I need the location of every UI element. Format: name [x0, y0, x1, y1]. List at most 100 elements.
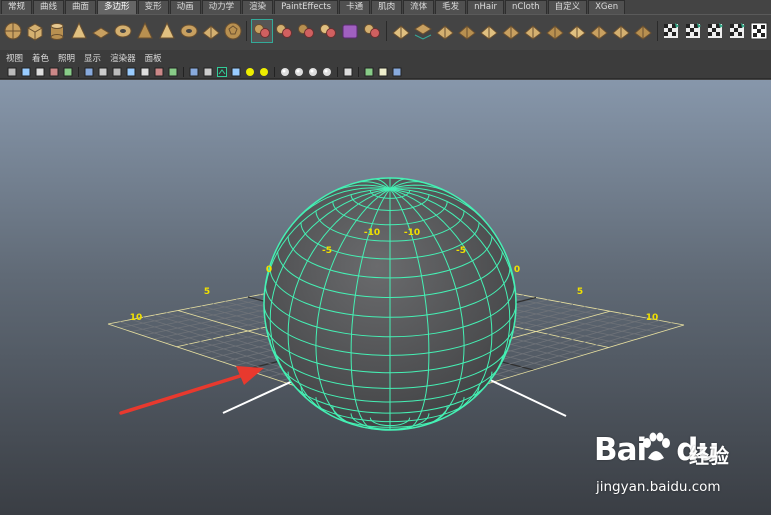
wireframe-on-shaded-icon[interactable] — [216, 66, 227, 77]
wireframe-icon[interactable] — [188, 67, 199, 77]
toolbar-separator — [356, 66, 360, 77]
bookmark-icon[interactable] — [20, 67, 31, 77]
planar-mapping-icon[interactable] — [661, 19, 682, 43]
depth-of-field-icon[interactable] — [321, 67, 332, 77]
poly-cone-icon[interactable] — [68, 19, 89, 43]
shelf-tab-6[interactable]: 动力学 — [201, 0, 242, 14]
textured-icon[interactable] — [230, 67, 241, 77]
screen-space-ao-icon[interactable] — [279, 67, 290, 77]
grease-pencil-icon[interactable] — [62, 67, 73, 77]
image-plane-icon[interactable] — [34, 67, 45, 77]
gate-mask-icon[interactable] — [125, 67, 136, 77]
shelf-tab-10[interactable]: 肌肉 — [371, 0, 403, 14]
shelf-tab-2[interactable]: 曲面 — [65, 0, 97, 14]
shelf-tab-11[interactable]: 流体 — [403, 0, 435, 14]
panel-menu-1[interactable]: 着色 — [32, 52, 49, 64]
multisample-aa-icon[interactable] — [307, 67, 318, 77]
smooth-icon[interactable] — [318, 19, 339, 43]
resolution-gate-icon[interactable] — [111, 67, 122, 77]
poly-cube-icon[interactable] — [24, 19, 45, 43]
arrow-head — [236, 366, 264, 385]
bridge-icon[interactable] — [412, 19, 433, 43]
panel-menu-2[interactable]: 照明 — [58, 52, 75, 64]
shelf-tab-4[interactable]: 变形 — [137, 0, 169, 14]
isolate-select-icon[interactable] — [342, 67, 353, 77]
split-polygon-icon[interactable] — [456, 19, 477, 43]
poly-pyramid-icon[interactable] — [156, 19, 177, 43]
uv-editor-icon[interactable] — [749, 19, 770, 43]
separate-icon[interactable] — [274, 19, 295, 43]
camera-attributes-icon[interactable] — [6, 67, 17, 77]
film-gate-icon[interactable] — [97, 67, 108, 77]
average-vertices-icon[interactable] — [362, 19, 383, 43]
merge-vertices-icon[interactable] — [522, 19, 543, 43]
baidu-jingyan-watermark: Bai du 经验 jingyan.baidu.com — [594, 432, 754, 502]
grid-label: 5 — [577, 287, 583, 297]
offset-edge-loop-icon[interactable] — [500, 19, 521, 43]
poly-prism-icon[interactable] — [134, 19, 155, 43]
annotation-arrow — [119, 366, 264, 415]
shelf-tab-8[interactable]: PaintEffects — [274, 0, 339, 14]
grid-label: -10 — [364, 228, 380, 238]
poly-torus-icon[interactable] — [112, 19, 133, 43]
shelf-tab-14[interactable]: nCloth — [504, 0, 547, 14]
shelf-tab-bar: 常规 曲线 曲面 多边形 变形 动画 动力学 渲染 PaintEffects 卡通 肌肉 流体 毛发 nH… — [0, 0, 771, 15]
xray-icon[interactable] — [363, 67, 374, 77]
panel-menu-4[interactable]: 渲染器 — [110, 52, 136, 64]
poly-plane-icon[interactable] — [90, 19, 111, 43]
poly-pipe-icon[interactable] — [178, 19, 199, 43]
chamfer-vertex-icon[interactable] — [610, 19, 631, 43]
smooth-shade-icon[interactable] — [202, 67, 213, 77]
grid-axis-x — [222, 378, 298, 414]
shelf-tab-9[interactable]: 卡通 — [339, 0, 371, 14]
shelf-separator — [244, 19, 249, 43]
panel-menu-0[interactable]: 视图 — [6, 52, 23, 64]
panel-menu-3[interactable]: 显示 — [84, 52, 101, 64]
extract-icon[interactable] — [296, 19, 317, 43]
delete-edge-icon[interactable] — [588, 19, 609, 43]
grid-label: 0 — [266, 265, 272, 275]
toolbar-separator — [335, 66, 339, 77]
spherical-mapping-icon[interactable] — [705, 19, 726, 43]
xray-components-icon[interactable] — [391, 67, 402, 77]
shelf-tab-5[interactable]: 动画 — [169, 0, 201, 14]
poly-cylinder-icon[interactable] — [46, 19, 67, 43]
shelf-tab-12[interactable]: 毛发 — [435, 0, 467, 14]
grid-toggle-icon[interactable] — [83, 67, 94, 77]
toolbar-separator — [272, 66, 276, 77]
boolean-icon[interactable] — [340, 19, 361, 43]
polygon-shelf — [0, 15, 771, 47]
shelf-tab-7[interactable]: 渲染 — [242, 0, 274, 14]
automatic-mapping-icon[interactable] — [727, 19, 748, 43]
grid-label: 0 — [514, 265, 520, 275]
poly-helix-icon[interactable] — [200, 19, 221, 43]
shelf-tab-3[interactable]: 多边形 — [97, 0, 137, 14]
safe-action-icon[interactable] — [153, 67, 164, 77]
merge-edge-icon[interactable] — [544, 19, 565, 43]
bevel-icon[interactable] — [632, 19, 653, 43]
grid-label: -5 — [322, 246, 332, 256]
poly-sphere-icon[interactable] — [2, 19, 23, 43]
grid-label: -10 — [404, 228, 420, 238]
panel-menu-5[interactable]: 面板 — [145, 52, 162, 64]
2d-pan-icon[interactable] — [48, 67, 59, 77]
extrude-icon[interactable] — [390, 19, 411, 43]
shelf-tab-0[interactable]: 常规 — [1, 0, 33, 14]
field-chart-icon[interactable] — [139, 67, 150, 77]
combine-icon[interactable] — [250, 19, 273, 43]
shelf-tab-16[interactable]: XGen — [588, 0, 626, 14]
motion-blur-icon[interactable] — [293, 67, 304, 77]
poly-soccer-ball-icon[interactable] — [222, 19, 243, 43]
xray-joints-icon[interactable] — [377, 67, 388, 77]
shelf-tab-1[interactable]: 曲线 — [33, 0, 65, 14]
collapse-icon[interactable] — [566, 19, 587, 43]
append-polygon-icon[interactable] — [434, 19, 455, 43]
use-all-lights-icon[interactable] — [244, 67, 255, 77]
safe-title-icon[interactable] — [167, 67, 178, 77]
insert-edge-loop-icon[interactable] — [478, 19, 499, 43]
shadows-icon[interactable] — [258, 67, 269, 77]
cylindrical-mapping-icon[interactable] — [683, 19, 704, 43]
poly-sphere — [263, 177, 517, 431]
shelf-tab-13[interactable]: nHair — [467, 0, 504, 14]
shelf-tab-15[interactable]: 自定义 — [547, 0, 588, 14]
